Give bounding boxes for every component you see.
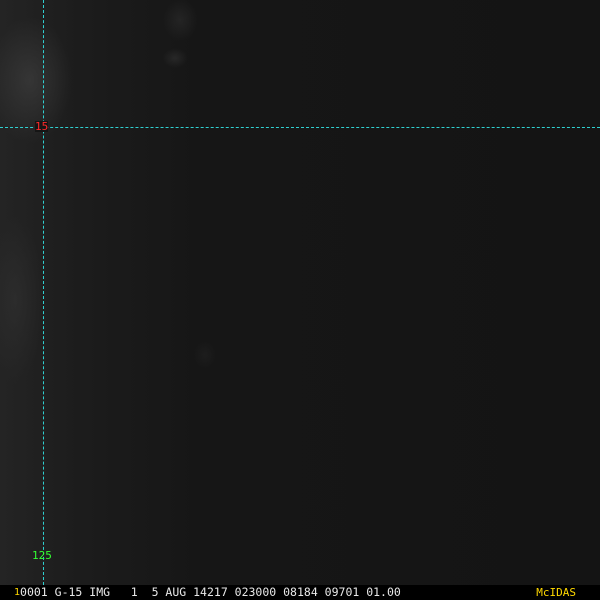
longitude-label: 125 xyxy=(32,549,52,562)
longitude-gridline xyxy=(43,0,44,585)
satellite-frame: 15 125 10001 G-15 IMG 1 5 AUG 14217 0230… xyxy=(0,0,600,600)
latitude-label: 15 xyxy=(35,120,49,133)
status-text: 0001 G-15 IMG 1 5 AUG 14217 023000 08184… xyxy=(20,585,401,599)
status-bar: 10001 G-15 IMG 1 5 AUG 14217 023000 0818… xyxy=(0,585,600,600)
latitude-gridline xyxy=(0,127,600,128)
satellite-imagery xyxy=(0,0,600,585)
brand-label: McIDAS xyxy=(536,586,576,599)
